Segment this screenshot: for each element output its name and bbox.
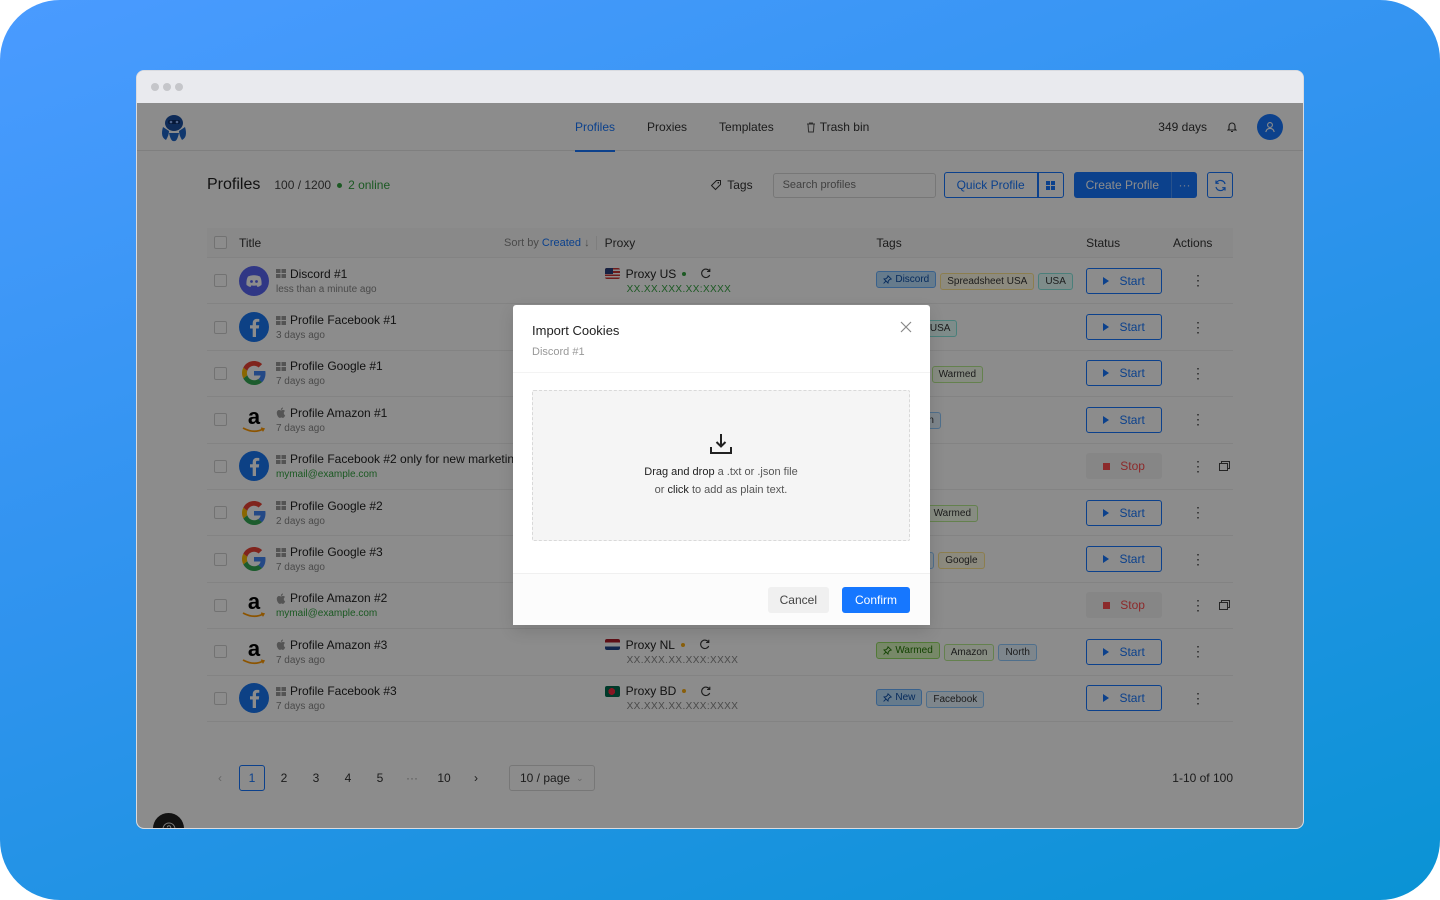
dropzone-line-1: Drag and drop a .txt or .json file xyxy=(644,463,797,481)
plain-text-text: to add as plain text. xyxy=(688,483,788,496)
close-icon[interactable] xyxy=(898,319,914,335)
drag-drop-text: Drag and drop xyxy=(644,465,715,478)
cookie-dropzone[interactable]: Drag and drop a .txt or .json file or cl… xyxy=(532,390,910,541)
modal-header: Import Cookies Discord #1 xyxy=(513,305,930,373)
click-text: click xyxy=(667,483,689,496)
download-icon xyxy=(710,433,732,454)
or-text: or xyxy=(654,483,668,496)
modal-subtitle: Discord #1 xyxy=(532,346,585,358)
modal-footer: Cancel Confirm xyxy=(513,573,930,625)
cancel-button[interactable]: Cancel xyxy=(767,586,829,613)
window-dot[interactable] xyxy=(175,83,183,91)
window-dot[interactable] xyxy=(163,83,171,91)
import-cookies-modal: Import Cookies Discord #1 Drag and drop … xyxy=(513,305,930,625)
confirm-button[interactable]: Confirm xyxy=(841,586,910,613)
file-type-text: a .txt or .json file xyxy=(714,465,798,478)
window-titlebar xyxy=(137,71,1303,103)
dropzone-line-2: or click to add as plain text. xyxy=(655,481,788,499)
modal-title: Import Cookies xyxy=(532,323,620,338)
window-dot[interactable] xyxy=(151,83,159,91)
